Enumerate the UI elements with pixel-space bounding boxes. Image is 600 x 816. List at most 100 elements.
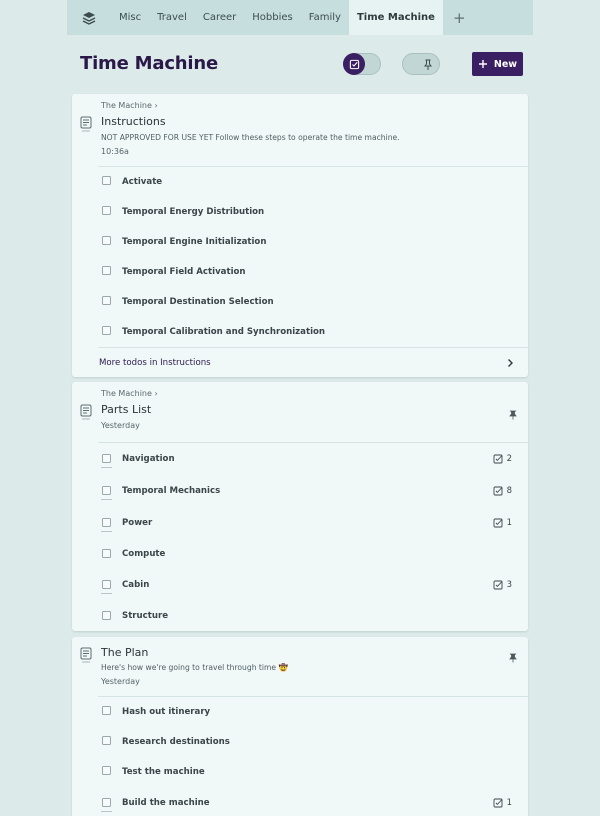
todo-checkbox[interactable] (102, 736, 111, 745)
todo-item[interactable]: Power 1 (72, 507, 528, 539)
todo-item[interactable]: Temporal Destination Selection (72, 287, 528, 317)
todo-checkbox[interactable] (102, 326, 111, 335)
subtask-count-value: 8 (506, 486, 512, 496)
todo-checkbox[interactable] (102, 549, 111, 558)
todo-item[interactable]: Temporal Calibration and Synchronization (72, 317, 528, 347)
todo-checkbox[interactable] (102, 176, 111, 185)
more-todos-label: More todos in Instructions (99, 358, 211, 368)
subtask-indicator (101, 811, 112, 812)
card-header[interactable]: The Plan Here's how we're going to trave… (72, 637, 528, 696)
todo-item[interactable]: Cabin 3 (72, 569, 528, 601)
todo-checkbox[interactable] (102, 236, 111, 245)
todo-label: Temporal Destination Selection (122, 297, 274, 307)
tab-family[interactable]: Family (301, 0, 349, 35)
todo-checkbox[interactable] (102, 766, 111, 775)
subtask-indicator (101, 467, 112, 468)
todo-checkbox[interactable] (102, 266, 111, 275)
page-header: Time Machine New (67, 35, 533, 93)
pinned-icon[interactable] (509, 648, 517, 667)
todo-label: Temporal Engine Initialization (122, 237, 267, 247)
subtask-count-value: 3 (506, 580, 512, 590)
check-square-icon (493, 580, 503, 590)
subtask-indicator (101, 499, 112, 500)
todo-item[interactable]: Test the machine (72, 757, 528, 787)
todo-item[interactable]: Compute (72, 539, 528, 569)
note-icon (80, 116, 92, 136)
todo-label: Structure (122, 611, 169, 621)
new-button-label: New (493, 58, 518, 70)
todo-checkbox[interactable] (102, 798, 111, 807)
todo-label: Activate (122, 177, 163, 187)
todo-item[interactable]: Navigation 2 (72, 443, 528, 475)
todo-checkbox[interactable] (102, 580, 111, 589)
more-todos-link[interactable]: More todos in Instructions (72, 348, 528, 378)
subtask-count: 1 (493, 518, 512, 528)
breadcrumb[interactable]: The Machine › (101, 389, 528, 400)
chevron-right-icon (506, 358, 514, 371)
subtask-count-value: 2 (506, 454, 512, 464)
todo-label: Power (122, 518, 153, 528)
todo-label: Test the machine (122, 767, 205, 777)
note-card-parts-list[interactable]: The Machine › Parts List Yesterday Navig… (72, 382, 528, 631)
tab-time-machine[interactable]: Time Machine (348, 0, 443, 35)
todo-checkbox[interactable] (102, 454, 111, 463)
subtask-indicator (101, 593, 112, 594)
add-tab-button[interactable]: + (443, 0, 476, 35)
todo-item[interactable]: Hash out itinerary (72, 697, 528, 727)
card-header[interactable]: The Machine › Parts List Yesterday (72, 382, 528, 442)
todo-checkbox[interactable] (102, 206, 111, 215)
todo-checkbox[interactable] (102, 611, 111, 620)
card-timestamp: Yesterday (101, 677, 140, 686)
page-title: Time Machine (80, 53, 219, 74)
todo-item[interactable]: Temporal Field Activation (72, 257, 528, 287)
todo-item[interactable]: Structure (72, 601, 528, 631)
todo-label: Temporal Mechanics (122, 486, 221, 496)
todo-label: Temporal Field Activation (122, 267, 246, 277)
subtask-indicator (101, 531, 112, 532)
subtask-count: 3 (493, 580, 512, 590)
todo-label: Hash out itinerary (122, 707, 211, 717)
new-button[interactable]: New (472, 52, 523, 76)
todo-checkbox[interactable] (102, 486, 111, 495)
check-square-icon (493, 798, 503, 808)
tab-travel[interactable]: Travel (149, 0, 195, 35)
todo-item[interactable]: Research destinations (72, 727, 528, 757)
note-icon (80, 647, 92, 667)
tab-career[interactable]: Career (195, 0, 244, 35)
pin-icon (421, 57, 435, 76)
pinned-icon[interactable] (509, 405, 517, 424)
todo-checkbox[interactable] (102, 518, 111, 527)
card-header[interactable]: The Machine › Instructions NOT APPROVED … (72, 94, 528, 166)
todo-label: Research destinations (122, 737, 230, 747)
todo-item[interactable]: Temporal Mechanics 8 (72, 475, 528, 507)
stack-home-icon[interactable] (67, 0, 111, 35)
card-description: NOT APPROVED FOR USE YET Follow these st… (101, 133, 400, 142)
breadcrumb[interactable]: The Machine › (101, 101, 528, 112)
todo-filter-toggle[interactable] (343, 53, 381, 75)
card-timestamp: Yesterday (101, 421, 140, 430)
note-card-the-plan[interactable]: The Plan Here's how we're going to trave… (72, 637, 528, 816)
check-square-icon (493, 454, 503, 464)
todo-label: Cabin (122, 580, 150, 590)
tab-misc[interactable]: Misc (111, 0, 149, 35)
todo-item[interactable]: Temporal Engine Initialization (72, 227, 528, 257)
tab-hobbies[interactable]: Hobbies (244, 0, 300, 35)
todo-checkbox[interactable] (102, 296, 111, 305)
subtask-count-value: 1 (506, 518, 512, 528)
note-icon (80, 404, 92, 424)
subtask-count: 8 (493, 486, 512, 496)
todo-item[interactable]: Temporal Energy Distribution (72, 197, 528, 227)
todo-label: Temporal Calibration and Synchronization (122, 327, 326, 337)
todo-item[interactable]: Build the machine 1 (72, 787, 528, 816)
note-card-instructions[interactable]: The Machine › Instructions NOT APPROVED … (72, 94, 528, 377)
todo-checkbox[interactable] (102, 706, 111, 715)
todo-label: Build the machine (122, 798, 210, 808)
app-root: Misc Travel Career Hobbies Family Time M… (67, 0, 533, 816)
todo-item[interactable]: Activate (72, 167, 528, 197)
check-square-icon (493, 486, 503, 496)
card-title[interactable]: Instructions (101, 115, 528, 128)
card-title[interactable]: Parts List (101, 403, 528, 416)
check-square-icon (349, 59, 359, 69)
card-title[interactable]: The Plan (101, 646, 528, 659)
pin-filter-toggle[interactable] (402, 53, 440, 75)
